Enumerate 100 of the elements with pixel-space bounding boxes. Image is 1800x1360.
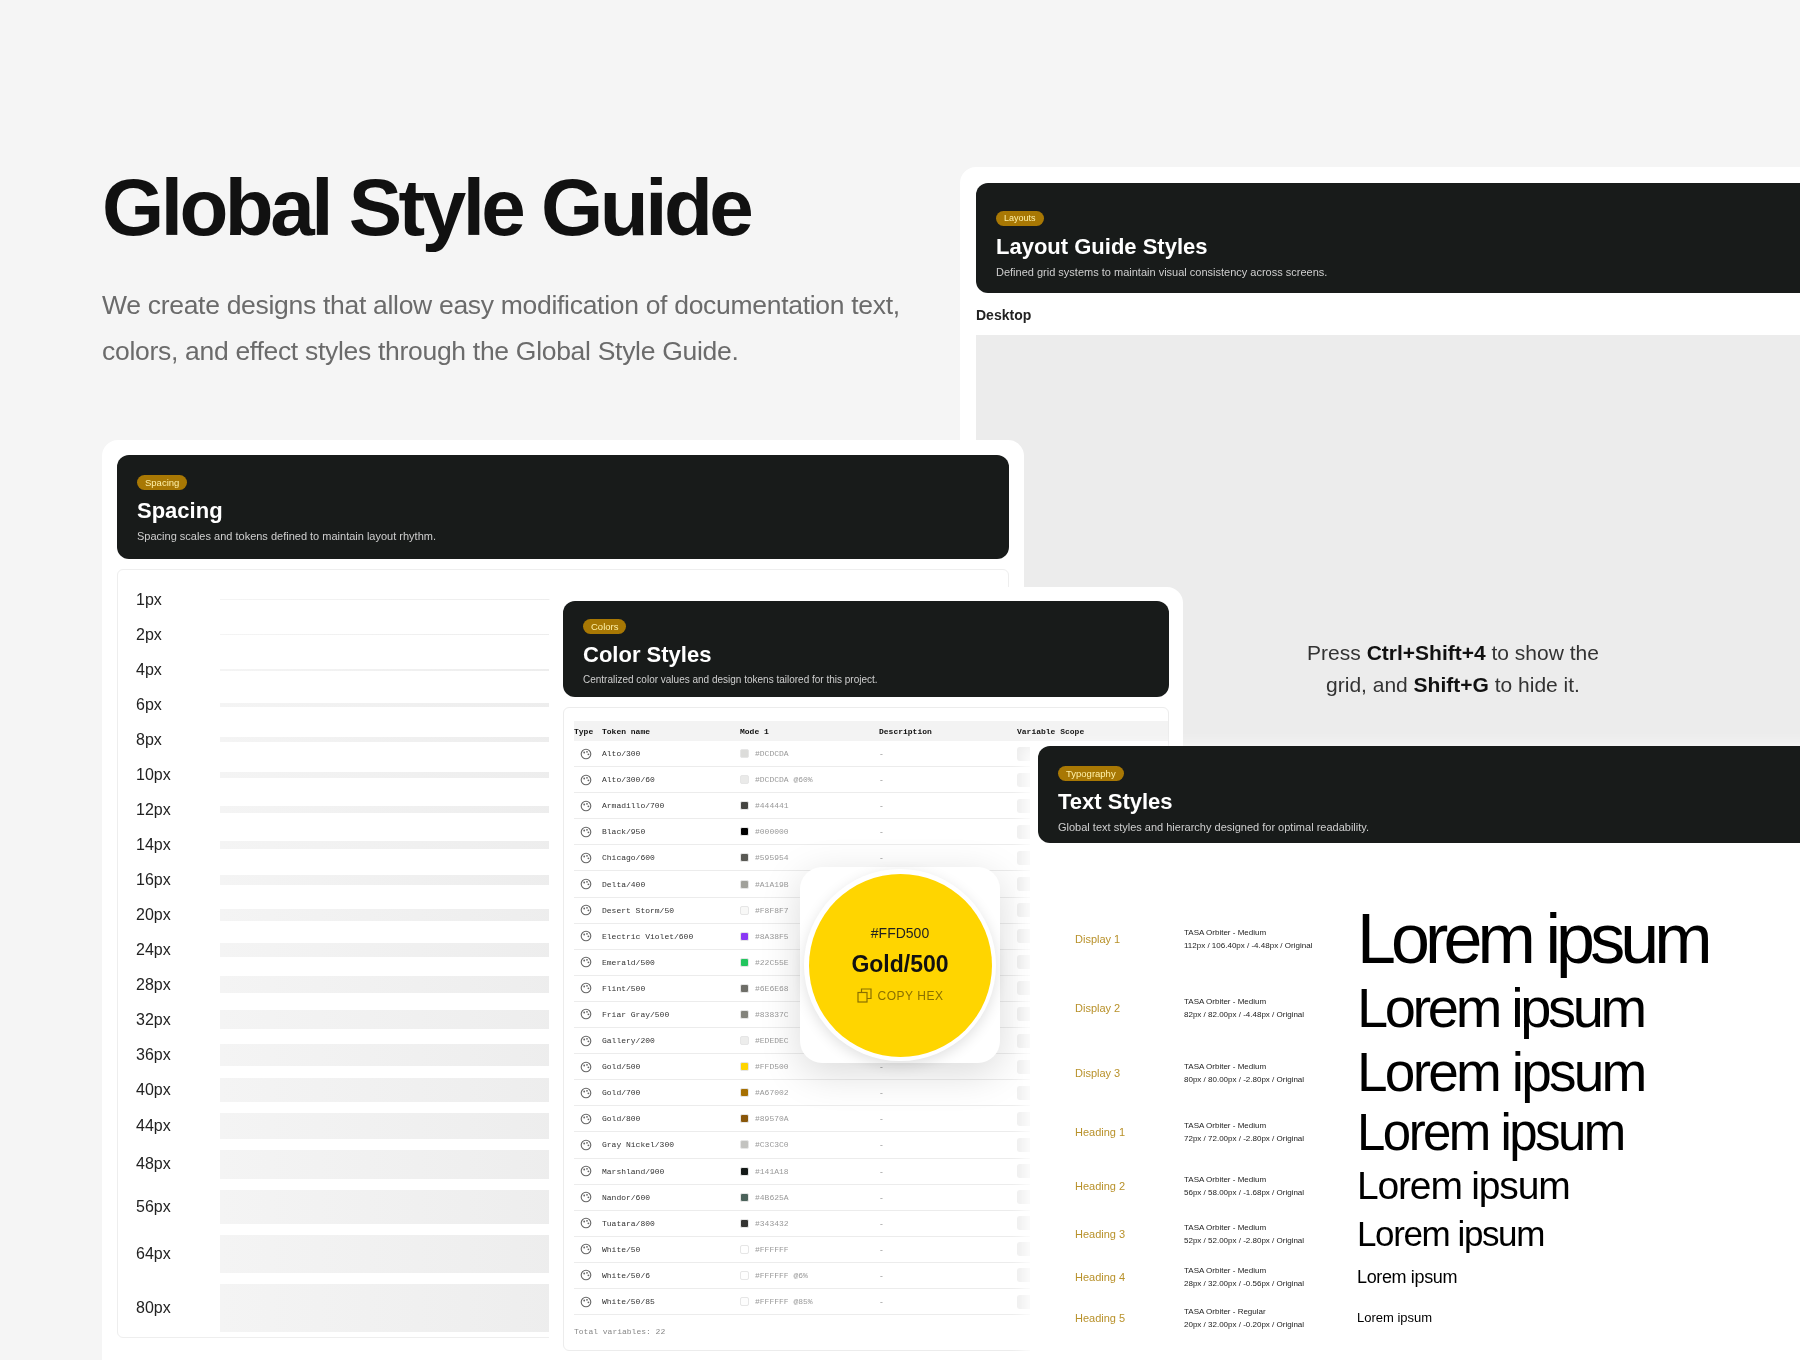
sample-text: Lorem ipsum	[1357, 1267, 1459, 1286]
style-name: Heading 3	[1075, 1227, 1127, 1240]
font-name: TASA Orbiter - Medium	[1184, 1061, 1268, 1071]
palette-icon	[580, 982, 592, 995]
palette-icon	[580, 956, 592, 969]
hex-value: #22C55E	[755, 957, 789, 967]
font-metrics: 28px / 32.00px / -0.56px / Original	[1184, 1278, 1306, 1288]
token-name: Gallery/200	[602, 1036, 656, 1046]
section-title: Layout Guide Styles	[996, 234, 1208, 260]
grid-hint: Press Ctrl+Shift+4 to show the grid, and Shift+G to hide it.	[1306, 640, 1600, 698]
description-cell: -	[879, 853, 884, 863]
column-header: Mode 1	[740, 726, 770, 736]
spacing-label: 56px	[136, 1197, 172, 1216]
palette-icon	[580, 878, 592, 890]
palette-icon	[580, 930, 592, 943]
token-name: Emerald/500	[602, 957, 656, 967]
token-name: White/50	[602, 1244, 642, 1254]
style-name: Heading 1	[1075, 1126, 1127, 1138]
description-cell: -	[879, 1114, 884, 1124]
table-footer: Total variables: 22	[574, 1327, 666, 1337]
token-name: Delta/400	[602, 879, 647, 889]
hex-value: #F8F8F7	[755, 905, 789, 915]
palette-icon	[580, 825, 592, 838]
category-tag: Colors	[583, 619, 627, 634]
palette-icon	[580, 1165, 592, 1178]
palette-icon	[580, 1243, 592, 1256]
spacing-label: 6px	[136, 695, 163, 714]
hex-value: #141A18	[755, 1166, 789, 1176]
token-name: Gold/800	[602, 1114, 642, 1124]
section-title: Text Styles	[1058, 789, 1173, 815]
description-cell: -	[879, 1166, 884, 1176]
token-name: Gold/700	[602, 1088, 642, 1098]
style-name: Display 3	[1075, 1066, 1122, 1079]
spacing-label: 80px	[136, 1298, 172, 1317]
font-name: TASA Orbiter - Medium	[1184, 1121, 1268, 1130]
spacing-label: 40px	[136, 1080, 172, 1099]
copy-hex-button[interactable]: COPY HEX	[854, 986, 946, 1005]
hex-value: #DCDCDA	[755, 749, 789, 759]
description-cell: -	[879, 827, 884, 837]
section-title: Color Styles	[583, 642, 712, 668]
spacing-label: 28px	[136, 975, 172, 994]
palette-icon	[580, 1138, 592, 1151]
font-metrics: 52px / 52.00px / -2.80px / Original	[1184, 1235, 1306, 1245]
token-name: Gray Nickel/300	[602, 1140, 675, 1150]
description-cell: -	[879, 1088, 884, 1098]
token-name: Flint/500	[602, 983, 647, 993]
hex-value: #FFFFFF @85%	[755, 1297, 813, 1306]
spacing-label: 36px	[136, 1045, 172, 1064]
section-title: Spacing	[137, 498, 223, 524]
hex-value: #89570A	[755, 1114, 789, 1124]
token-name: Friar Gray/500	[602, 1010, 671, 1019]
font-name: TASA Orbiter - Medium	[1184, 1174, 1268, 1184]
palette-icon	[580, 1269, 592, 1282]
style-name: Heading 4	[1075, 1270, 1127, 1283]
token-name: Armadillo/700	[602, 801, 666, 811]
token-name: Electric Violet/600	[602, 931, 695, 941]
palette-icon	[580, 747, 592, 760]
palette-icon	[580, 1086, 592, 1099]
description-cell: -	[879, 1297, 884, 1306]
spacing-label: 2px	[136, 625, 163, 644]
font-name: TASA Orbiter - Medium	[1184, 1265, 1268, 1275]
section-description: Centralized color values and design tokens tailored for this project.	[583, 674, 878, 685]
style-name: Heading 2	[1075, 1179, 1127, 1192]
hex-value: #000000	[755, 827, 789, 837]
palette-icon	[580, 1217, 592, 1230]
spacing-label: 32px	[136, 1010, 172, 1029]
spacing-label: 48px	[136, 1155, 172, 1173]
column-header: Token name	[602, 726, 651, 736]
description-cell: -	[879, 1140, 884, 1150]
hex-value: #DCDCDA @60%	[755, 775, 813, 785]
category-tag: Spacing	[137, 475, 188, 490]
spacing-label: 12px	[136, 800, 172, 819]
hex-value: #FFFFFF	[755, 1244, 789, 1254]
sample-text: Lorem ipsum	[1357, 1216, 1545, 1251]
token-name: White/50/85	[602, 1297, 656, 1306]
font-name: TASA Orbiter - Medium	[1184, 997, 1268, 1006]
palette-icon	[580, 773, 592, 786]
hex-value: #A67002	[755, 1088, 789, 1098]
palette-icon	[580, 1295, 592, 1308]
token-name: Tuatara/800	[602, 1218, 656, 1228]
description-cell: -	[879, 1244, 884, 1254]
token-name: Chicago/600	[602, 853, 656, 863]
palette-icon	[580, 1034, 592, 1047]
intro-paragraph: We create designs that allow easy modification of documentation text, colors, and effect styles through the Global Style Guide.	[102, 289, 901, 368]
font-name: TASA Orbiter - Regular	[1184, 1306, 1267, 1316]
font-metrics: 80px / 80.00px / -2.80px / Original	[1184, 1074, 1306, 1084]
column-header: Type	[574, 726, 595, 736]
hex-value: #A1A19B	[755, 879, 789, 889]
token-name: Alto/300	[602, 749, 642, 759]
hex-value: #444441	[755, 801, 789, 811]
font-metrics: 112px / 106.40px / -4.48px / Original	[1184, 940, 1314, 950]
token-name: Marshland/900	[602, 1166, 666, 1176]
description-cell: -	[879, 1062, 884, 1072]
spacing-label: 20px	[136, 905, 172, 924]
font-name: TASA Orbiter - Medium	[1184, 1222, 1268, 1232]
token-name: Alto/300/60	[602, 775, 656, 785]
category-tag: Typography	[1058, 766, 1124, 781]
palette-icon	[580, 1060, 592, 1073]
palette-icon	[580, 904, 592, 917]
palette-icon	[580, 1008, 592, 1021]
